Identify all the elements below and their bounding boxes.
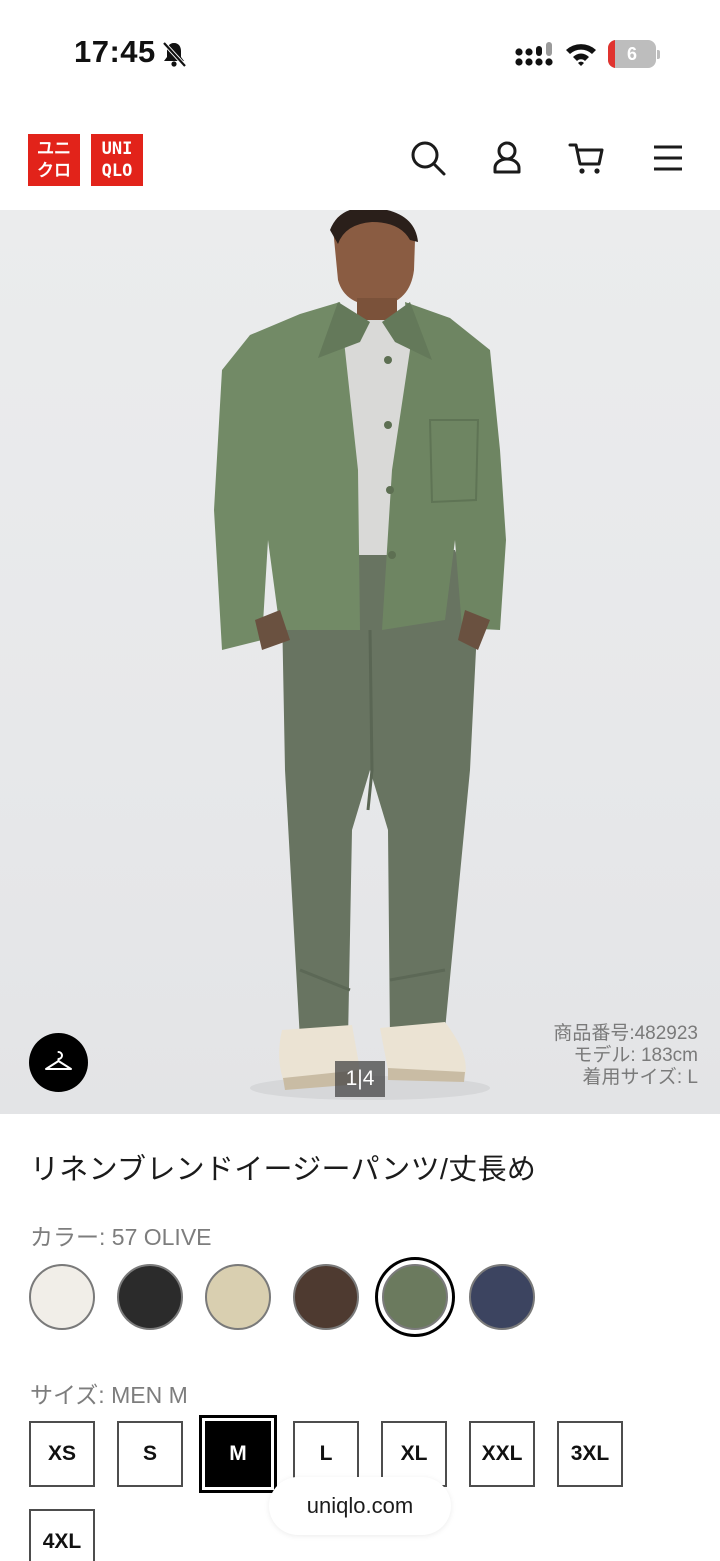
logo-left-line-1: ユニ xyxy=(37,139,71,159)
logo-right-line-1: UNI xyxy=(101,139,133,159)
cart-icon[interactable] xyxy=(567,138,607,178)
size-button-xs[interactable]: XS xyxy=(29,1421,95,1487)
account-icon[interactable] xyxy=(487,138,527,178)
uniqlo-logo[interactable]: ユニ クロ UNI QLO xyxy=(28,134,144,186)
size-button-3xl[interactable]: 3XL xyxy=(557,1421,623,1487)
size-button-xxl[interactable]: XXL xyxy=(469,1421,535,1487)
size-button-m[interactable]: M xyxy=(199,1415,277,1493)
color-swatch-navy[interactable] xyxy=(469,1264,535,1330)
product-number: 商品番号:482923 xyxy=(553,1023,698,1044)
browser-url-bar[interactable]: uniqlo.com xyxy=(269,1477,451,1535)
model-photo xyxy=(214,210,506,1100)
logo-katakana-block: ユニ クロ xyxy=(28,134,80,186)
image-pager: 1|4 xyxy=(335,1061,385,1097)
size-button-4xl[interactable]: 4XL xyxy=(29,1509,95,1561)
wifi-icon xyxy=(566,44,596,66)
logo-right-line-2: QLO xyxy=(101,161,133,181)
size-label: サイズ: MEN M xyxy=(30,1382,188,1408)
color-swatch-black[interactable] xyxy=(117,1264,183,1330)
cellular-signal-icon xyxy=(515,42,553,66)
search-icon[interactable] xyxy=(408,138,448,178)
battery-icon: 6 xyxy=(608,40,660,68)
color-swatch-off-white[interactable] xyxy=(29,1264,95,1330)
model-info: 商品番号:482923 モデル: 183cm 着用サイズ: L xyxy=(553,1023,698,1089)
bell-slash-icon xyxy=(162,41,187,68)
worn-size: 着用サイズ: L xyxy=(582,1067,698,1088)
product-title: リネンブレンドイージーパンツ/丈長め xyxy=(30,1154,537,1186)
color-label: カラー: 57 OLIVE xyxy=(30,1224,212,1250)
status-bar: 17:45 6 xyxy=(0,0,720,100)
hanger-icon xyxy=(45,1051,72,1070)
color-swatch-dark-brown[interactable] xyxy=(293,1264,359,1330)
try-on-button[interactable] xyxy=(29,1033,88,1092)
status-time: 17:45 xyxy=(74,34,156,69)
color-swatch-olive[interactable] xyxy=(382,1264,448,1330)
menu-icon[interactable] xyxy=(648,138,688,178)
logo-left-line-2: クロ xyxy=(37,161,71,181)
site-header: ユニ クロ UNI QLO xyxy=(0,100,720,210)
model-height: モデル: 183cm xyxy=(573,1045,698,1066)
size-button-s[interactable]: S xyxy=(117,1421,183,1487)
logo-latin-block: UNI QLO xyxy=(91,134,143,186)
product-image[interactable]: 1|4 商品番号:482923 モデル: 183cm 着用サイズ: L xyxy=(0,210,720,1114)
color-swatch-beige[interactable] xyxy=(205,1264,271,1330)
battery-level: 6 xyxy=(626,44,637,64)
